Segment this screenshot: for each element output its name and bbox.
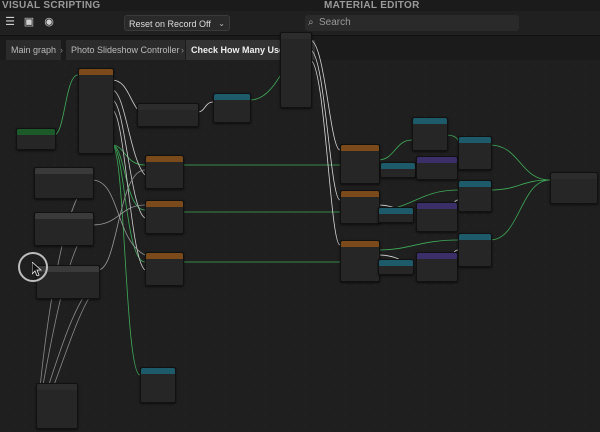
node-header [341, 191, 379, 197]
node-header [417, 157, 457, 163]
node-header [459, 137, 491, 143]
node-header [459, 181, 491, 187]
node-header [281, 33, 311, 39]
graph-node-switch-2[interactable] [340, 190, 380, 224]
visual-scripting-title: VISUAL SCRIPTING [2, 0, 101, 11]
node-header [459, 234, 491, 240]
breadcrumb-main-graph[interactable]: Main graph [6, 40, 62, 60]
graph-node-update-a[interactable] [458, 136, 492, 170]
graph-node-start[interactable] [16, 128, 56, 150]
graph-node-math-b[interactable] [416, 202, 458, 232]
graph-node-media-list[interactable] [36, 383, 78, 429]
graph-node-list-a[interactable] [280, 32, 312, 108]
node-header [341, 241, 379, 247]
graph-node-text-b[interactable] [378, 207, 414, 223]
graph-node-switch-1[interactable] [340, 144, 380, 184]
chevron-right-icon: › [60, 45, 63, 55]
material-editor-title: MATERIAL EDITOR [324, 0, 420, 11]
graph-node-update-c[interactable] [458, 233, 492, 267]
node-header [551, 173, 597, 179]
node-header [146, 253, 183, 259]
node-header [35, 213, 93, 219]
graph-node-user-media-info[interactable] [34, 167, 94, 199]
graph-node-update-b[interactable] [458, 180, 492, 212]
node-header [37, 384, 77, 390]
node-header [417, 203, 457, 209]
search-input[interactable]: ⌕ Search [305, 15, 519, 31]
node-header [413, 118, 447, 124]
node-header [214, 94, 250, 100]
breadcrumb-photo-slideshow-controller[interactable]: Photo Slideshow Controller [66, 40, 185, 60]
node-header [381, 163, 415, 169]
chevron-right-icon: › [181, 45, 184, 55]
node-header [146, 201, 183, 207]
graph-node-branch-1[interactable] [145, 155, 184, 189]
node-row [138, 110, 198, 115]
hamburger-icon[interactable]: ☰ [3, 15, 17, 29]
search-icon: ⌕ [308, 17, 314, 28]
graph-node-text-a[interactable] [380, 162, 416, 178]
graph-node-input[interactable] [137, 103, 199, 127]
node-header [79, 69, 113, 75]
node-header [379, 208, 413, 214]
record-icon[interactable]: ◉ [42, 15, 56, 29]
node-header [417, 253, 457, 259]
node-header [341, 145, 379, 151]
graph-node-value[interactable] [213, 93, 251, 123]
chevron-down-icon: ⌄ [218, 19, 225, 28]
reset-dropdown-label: Reset on Record Off [129, 19, 211, 29]
graph-node-math-c[interactable] [416, 252, 458, 282]
node-header [35, 168, 93, 174]
graph-node-sequence[interactable] [78, 68, 114, 154]
graph-node-output[interactable] [550, 172, 598, 204]
node-header [379, 260, 413, 266]
graph-node-branch-3[interactable] [145, 252, 184, 286]
node-header [141, 368, 175, 374]
graph-node-branch-2[interactable] [145, 200, 184, 234]
graph-node-user-media-list[interactable] [34, 212, 94, 246]
graph-node-property[interactable] [140, 367, 176, 403]
preview-window-icon[interactable]: ▣ [22, 15, 36, 29]
graph-node-text-c[interactable] [378, 259, 414, 275]
node-header [146, 156, 183, 162]
mouse-pointer-icon [32, 262, 42, 276]
graph-node-update-string[interactable] [412, 117, 448, 151]
search-placeholder: Search [319, 17, 351, 28]
node-row [17, 140, 55, 145]
graph-node-math-a[interactable] [416, 156, 458, 180]
reset-on-record-dropdown[interactable]: Reset on Record Off ⌄ [124, 15, 230, 31]
graph-node-switch-3[interactable] [340, 240, 380, 282]
